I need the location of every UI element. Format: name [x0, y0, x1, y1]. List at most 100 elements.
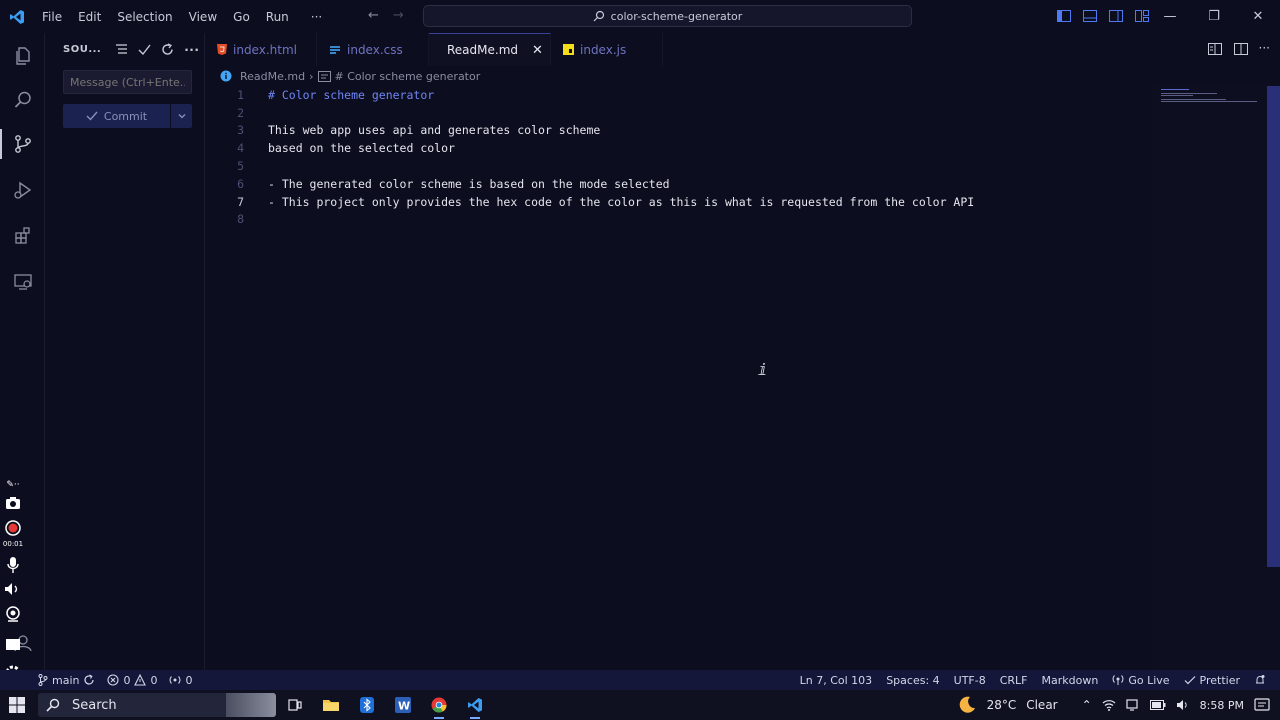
line-number: 2	[237, 106, 244, 120]
weather-condition[interactable]: Clear	[1026, 698, 1057, 712]
language-mode[interactable]: Markdown	[1042, 674, 1099, 687]
text-cursor-icon: ⅈ	[758, 360, 768, 379]
end-of-line[interactable]: CRLF	[1000, 674, 1028, 687]
explorer-icon[interactable]	[0, 33, 45, 79]
run-debug-icon[interactable]	[0, 167, 45, 213]
prettier-button[interactable]: Prettier	[1184, 674, 1240, 687]
sync-icon[interactable]	[83, 674, 95, 686]
menu-selection[interactable]: Selection	[109, 10, 180, 24]
vertical-scrollbar[interactable]	[1267, 86, 1280, 670]
indentation[interactable]: Spaces: 4	[886, 674, 939, 687]
menu-view[interactable]: View	[181, 10, 225, 24]
breadcrumb-file[interactable]: ReadMe.md	[240, 70, 305, 83]
chrome-icon[interactable]	[426, 693, 452, 719]
windows-start-icon[interactable]	[9, 697, 25, 716]
problems-indicator[interactable]: 0 0	[107, 674, 157, 687]
chevron-right-icon: ›	[309, 69, 314, 83]
commit-check-icon[interactable]	[138, 43, 151, 56]
code-line: 2	[205, 104, 1145, 122]
task-view-icon[interactable]	[282, 693, 308, 717]
open-preview-icon[interactable]	[1207, 41, 1223, 57]
error-icon	[107, 674, 120, 686]
minimap-line	[1161, 93, 1217, 94]
line-number: 8	[237, 212, 244, 226]
forward-arrow-icon[interactable]: →	[393, 8, 404, 23]
pen-icon[interactable]: ✎··	[2, 480, 24, 490]
tab-index-css[interactable]: index.css	[317, 33, 429, 66]
line-text: based on the selected color	[268, 141, 455, 155]
taskbar-search[interactable]: Search	[38, 693, 276, 717]
ports-indicator[interactable]: 0	[169, 674, 192, 687]
back-arrow-icon[interactable]: ←	[368, 8, 379, 23]
breadcrumb-symbol[interactable]: # Color scheme generator	[335, 70, 481, 83]
camera-icon[interactable]	[2, 496, 24, 510]
toggle-panel-icon[interactable]	[1082, 8, 1098, 24]
webcam-icon[interactable]	[2, 606, 24, 622]
ports-count: 0	[185, 673, 193, 687]
chevron-up-icon[interactable]: ⌃	[1082, 698, 1092, 712]
code-line: 6 - The generated color scheme is based …	[205, 175, 1145, 193]
more-actions-icon[interactable]: ···	[1259, 41, 1270, 57]
battery-icon[interactable]	[1149, 700, 1166, 710]
search-icon[interactable]	[0, 77, 45, 123]
close-icon[interactable]: ✕	[1236, 0, 1280, 33]
command-center[interactable]: color-scheme-generator	[423, 5, 912, 27]
commit-message-input[interactable]	[63, 70, 192, 94]
close-tab-icon[interactable]: ✕	[532, 43, 543, 58]
code-line: 8	[205, 210, 1145, 228]
minimap[interactable]	[1153, 86, 1267, 670]
scrollbar-thumb[interactable]	[1267, 86, 1280, 567]
clock[interactable]: 8:58 PM	[1200, 699, 1244, 712]
go-live-button[interactable]: Go Live	[1112, 674, 1170, 687]
search-label: Search	[72, 697, 117, 713]
remote-explorer-icon[interactable]	[0, 259, 45, 305]
menu-more[interactable]: ···	[297, 10, 330, 24]
commit-button[interactable]: Commit	[63, 104, 192, 128]
line-number: 5	[237, 159, 244, 173]
speaker-icon[interactable]	[2, 582, 24, 596]
notification-icon[interactable]	[1254, 698, 1270, 712]
editor-area[interactable]: 1 # Color scheme generator 2 3 This web …	[205, 86, 1153, 670]
view-as-tree-icon[interactable]	[115, 43, 128, 56]
moon-icon	[959, 696, 975, 713]
tab-index-html[interactable]: index.html	[205, 33, 317, 66]
toggle-primary-sidebar-icon[interactable]	[1056, 8, 1072, 24]
toggle-secondary-sidebar-icon[interactable]	[1108, 8, 1124, 24]
source-control-icon[interactable]	[0, 121, 45, 167]
vscode-taskbar-icon[interactable]	[462, 693, 488, 719]
broadcast-icon	[1112, 675, 1124, 685]
html-icon	[217, 44, 227, 55]
css-icon	[330, 45, 340, 54]
bell-icon[interactable]	[1254, 674, 1266, 686]
record-icon[interactable]	[2, 520, 24, 536]
menu-edit[interactable]: Edit	[70, 10, 109, 24]
more-actions-icon[interactable]: ···	[184, 43, 199, 57]
microphone-icon[interactable]	[2, 556, 24, 574]
minimize-icon[interactable]: —	[1148, 0, 1192, 33]
display-icon[interactable]	[1126, 699, 1140, 711]
refresh-icon[interactable]	[161, 43, 174, 56]
split-editor-icon[interactable]	[1233, 41, 1249, 57]
encoding[interactable]: UTF-8	[954, 674, 986, 687]
cursor-position[interactable]: Ln 7, Col 103	[800, 674, 873, 687]
screen-icon[interactable]	[2, 638, 24, 652]
bluetooth-app-icon[interactable]	[354, 693, 380, 717]
word-icon[interactable]: W	[390, 693, 416, 717]
file-explorer-icon[interactable]	[318, 693, 344, 717]
weather-temperature[interactable]: 28°C	[987, 698, 1017, 712]
volume-icon[interactable]	[1176, 699, 1190, 711]
menu-file[interactable]: File	[34, 10, 70, 24]
chevron-down-icon[interactable]	[170, 104, 192, 128]
restore-icon[interactable]: ❐	[1192, 0, 1236, 33]
line-text: - The generated color scheme is based on…	[268, 177, 670, 191]
line-number: 3	[237, 123, 244, 137]
tab-index-js[interactable]: index.js	[551, 33, 663, 66]
js-icon	[563, 44, 574, 55]
tab-readme-md[interactable]: ReadMe.md ✕	[429, 33, 551, 66]
extensions-icon[interactable]	[0, 213, 45, 259]
branch-indicator[interactable]: main	[38, 674, 95, 687]
menu-go[interactable]: Go	[225, 10, 258, 24]
branch-name: main	[52, 673, 80, 687]
wifi-icon[interactable]	[1102, 699, 1116, 711]
menu-run[interactable]: Run	[258, 10, 297, 24]
